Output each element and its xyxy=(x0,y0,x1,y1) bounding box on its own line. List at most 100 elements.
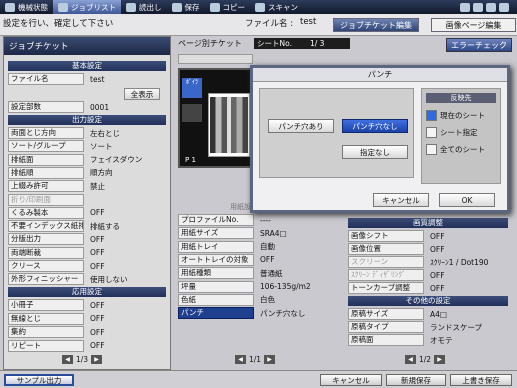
setting-row: ｽｸﾘｰﾝ ﾃﾞｨｻﾞﾘﾝｸﾞ OFF xyxy=(348,269,513,281)
volume-icon xyxy=(486,2,496,12)
sample-output-button[interactable]: サンプル出力 xyxy=(4,374,74,386)
setting-button[interactable]: 分版出力 xyxy=(8,233,84,246)
section-other: その他の設定 xyxy=(348,296,508,306)
unspecified-button[interactable]: 指定なし xyxy=(342,145,408,159)
filename-button[interactable]: ファイル名 xyxy=(8,73,84,85)
setting-button[interactable]: プロファイルNo. xyxy=(178,214,254,226)
setting-row: 用紙種類 普通紙 xyxy=(178,267,343,280)
apply-target-title: 反映先 xyxy=(426,93,496,103)
setting-button[interactable]: 折り/印刷面 xyxy=(8,193,84,206)
section-basic: 基本設定 xyxy=(8,61,166,71)
dialog-cancel-button[interactable]: キャンセル xyxy=(373,193,429,207)
prev-page-button[interactable]: ◀ xyxy=(62,355,73,364)
setting-value: フェイスダウン xyxy=(90,155,143,165)
error-check-button[interactable]: エラーチェック xyxy=(446,38,512,52)
setting-row: ソート/グループ ソート xyxy=(8,140,168,153)
radio-icon xyxy=(426,127,437,138)
save-new-button[interactable]: 新規保存 xyxy=(386,374,446,386)
setting-row: 画像シフト OFF xyxy=(348,230,513,242)
setting-button[interactable]: ソート/グループ xyxy=(8,140,84,153)
setting-row: 両面とじ方向 左右とじ xyxy=(8,127,168,139)
setting-button[interactable]: 原稿タイプ xyxy=(348,321,424,333)
apply-all-sheets[interactable]: 全てのシート xyxy=(426,143,498,156)
setting-row: トーンカーブ調整 OFF xyxy=(348,282,513,294)
next-page-button[interactable]: ▶ xyxy=(91,355,103,364)
file-name-value: test xyxy=(300,17,317,27)
job-ticket-panel: ジョブチケット 基本設定 ファイル名 test 全表示 設定部数 0001 出力設定… xyxy=(3,36,171,370)
setting-button[interactable]: オートトレイの対象 xyxy=(178,253,254,266)
setting-button[interactable]: くるみ製本 xyxy=(8,206,84,219)
setting-button[interactable]: 無線とじ xyxy=(8,312,84,325)
next-page-button[interactable]: ▶ xyxy=(264,355,276,364)
setting-button[interactable]: 用紙種類 xyxy=(178,267,254,280)
section-image-quality: 画質調整 xyxy=(348,218,508,228)
menu-read[interactable]: 読出し xyxy=(121,0,167,14)
setting-row: スクリーン ｽｸﾘｰﾝ1 / Dot190 xyxy=(348,256,513,268)
setting-button[interactable]: スクリーン xyxy=(348,256,424,268)
menu-save[interactable]: 保存 xyxy=(167,0,205,14)
setting-button[interactable]: 排紙順 xyxy=(8,166,84,179)
cancel-button[interactable]: キャンセル xyxy=(320,374,382,386)
setting-value: 順方向 xyxy=(90,168,113,178)
setting-value: OFF xyxy=(90,314,105,323)
menu-job-list[interactable]: ジョブリスト xyxy=(53,0,121,14)
setting-value: 白色 xyxy=(260,295,275,305)
setting-button[interactable]: 両端断裁 xyxy=(8,246,84,259)
setting-button[interactable]: クリース xyxy=(8,260,84,272)
menu-machine-status[interactable]: 機械状態 xyxy=(0,0,53,14)
show-all-button[interactable]: 全表示 xyxy=(124,88,160,100)
setting-button[interactable]: ｽｸﾘｰﾝ ﾃﾞｨｻﾞﾘﾝｸﾞ xyxy=(348,269,424,281)
thumbnail[interactable] xyxy=(182,104,202,122)
setting-value: OFF xyxy=(90,341,105,350)
file-name-label: ファイル名 : xyxy=(245,19,294,29)
no-punch-button[interactable]: パンチ穴なし xyxy=(342,119,408,133)
image-quality-list: 画像シフト OFF 画像位置 OFF スクリーン ｽｸﾘｰﾝ1 / Dot190 ｽｸﾘｰﾝ… xyxy=(348,230,511,294)
setting-row: 原稿面 オモテ xyxy=(348,334,513,346)
setting-value: OFF xyxy=(430,231,445,241)
setting-button[interactable]: 小冊子 xyxy=(8,299,84,311)
setting-button[interactable]: 不要インデックス紙排紙 xyxy=(8,220,84,233)
setting-row: 不要インデックス紙排紙排紙する xyxy=(8,220,168,233)
setting-button[interactable]: 外形フィニッシャー xyxy=(8,273,84,286)
setting-button[interactable]: リピート xyxy=(8,339,84,352)
setting-button[interactable]: 画像シフト xyxy=(348,230,424,242)
tab-image-page-edit[interactable]: 画像ページ編集 xyxy=(431,18,516,32)
tab-job-ticket-edit[interactable]: ジョブチケット編集 xyxy=(333,18,419,32)
apply-specified-sheet[interactable]: シート指定 xyxy=(426,126,498,139)
setting-button[interactable]: 画像位置 xyxy=(348,243,424,255)
setting-button[interactable]: 両面とじ方向 xyxy=(8,127,84,139)
copies-row: 設定部数 0001 xyxy=(8,101,168,113)
setting-button[interactable]: 色紙 xyxy=(178,293,254,306)
setting-button[interactable]: 上綴み許可 xyxy=(8,180,84,193)
setting-button[interactable]: 原稿面 xyxy=(348,334,424,346)
dialog-ok-button[interactable]: OK xyxy=(439,193,495,207)
setting-value: OFF xyxy=(260,255,275,265)
prev-page-button[interactable]: ◀ xyxy=(405,355,416,364)
apply-current-sheet[interactable]: 現在のシート xyxy=(426,109,498,122)
setting-button[interactable]: 用紙サイズ xyxy=(178,227,254,240)
setting-value: OFF xyxy=(90,234,105,244)
menu-scan[interactable]: スキャン xyxy=(250,0,303,14)
next-page-button[interactable]: ▶ xyxy=(434,355,446,364)
status-icons xyxy=(455,0,517,14)
setting-row: 原稿サイズ A4□ xyxy=(348,308,513,320)
setting-row: 排紙面 フェイスダウン xyxy=(8,153,168,166)
setting-row: 原稿タイプ ランドスケープ xyxy=(348,321,513,333)
setting-button[interactable]: 坪量 xyxy=(178,280,254,293)
setting-row: 画像位置 OFF xyxy=(348,243,513,255)
setting-button[interactable]: 排紙面 xyxy=(8,153,84,166)
copies-button[interactable]: 設定部数 xyxy=(8,101,84,113)
setting-button[interactable]: 集約 xyxy=(8,326,84,338)
punch-holes-button[interactable]: パンチ穴あり xyxy=(268,119,334,133)
menu-copy[interactable]: コピー xyxy=(205,0,251,14)
setting-value: パンチ穴なし xyxy=(260,308,306,318)
setting-button[interactable]: 用紙トレイ xyxy=(178,240,254,253)
overwrite-save-button[interactable]: 上書き保存 xyxy=(450,374,512,386)
thumbnail-selected[interactable]: ﾎﾞｲﾗ xyxy=(182,78,202,98)
setting-button[interactable]: 原稿サイズ xyxy=(348,308,424,320)
left-pager: ◀ 1/3 ▶ xyxy=(62,355,103,364)
setting-button[interactable]: パンチ xyxy=(178,307,254,320)
prev-page-button[interactable]: ◀ xyxy=(235,355,246,364)
setting-button[interactable]: トーンカーブ調整 xyxy=(348,282,424,294)
help-icon xyxy=(499,2,509,12)
